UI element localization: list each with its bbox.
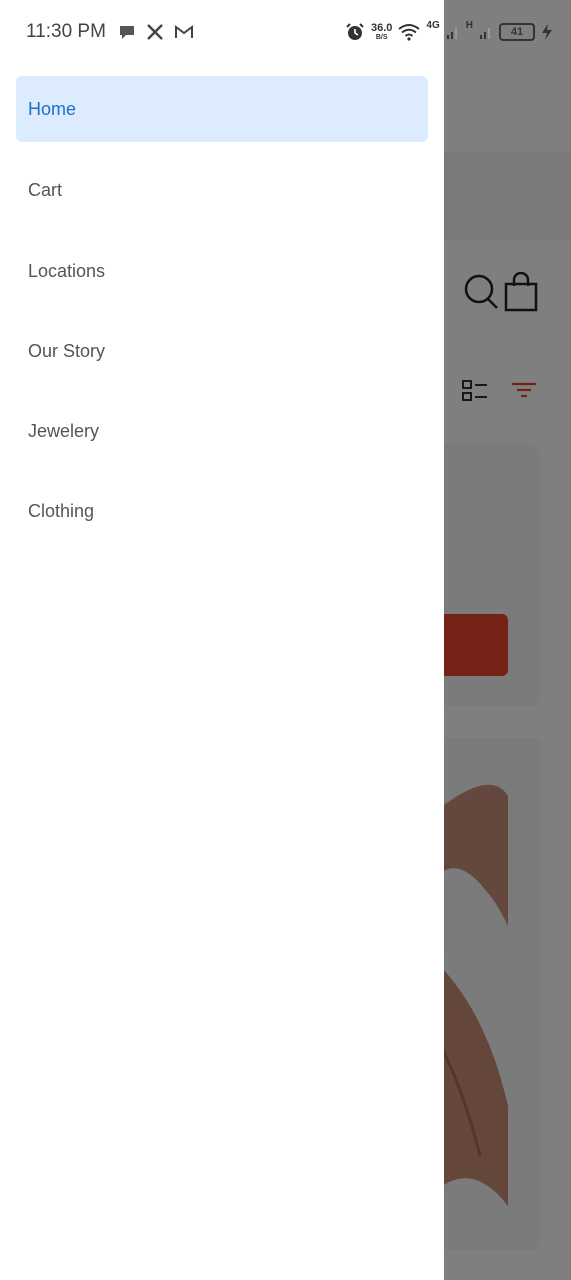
network-type-label: H — [465, 20, 473, 31]
nav-item-label: Cart — [28, 179, 63, 200]
wifi-icon — [398, 24, 421, 41]
nav-item-label: Jewelery — [28, 420, 100, 441]
signal-icon — [480, 28, 490, 39]
status-icons: 36.0 B/S 4G H 41 — [345, 14, 553, 50]
x-logo-icon — [147, 24, 163, 40]
nav-item-clothing[interactable]: Clothing — [16, 478, 428, 544]
status-time: 11:30 PM — [26, 21, 106, 42]
chat-bubble-icon — [119, 26, 134, 39]
battery-level: 41 — [510, 26, 524, 38]
nav-item-home[interactable]: Home — [16, 76, 428, 142]
alarm-icon — [346, 23, 364, 40]
net-speed-unit: B/S — [375, 34, 388, 41]
net-speed-value: 36.0 — [371, 22, 393, 34]
nav-item-locations[interactable]: Locations — [16, 238, 428, 304]
gmail-icon — [174, 25, 193, 38]
signal-icon — [446, 28, 457, 39]
battery-icon: 41 — [499, 23, 535, 41]
nav-item-our-story[interactable]: Our Story — [16, 318, 428, 384]
nav-item-label: Locations — [28, 260, 106, 281]
charging-icon — [542, 24, 552, 40]
navigation-drawer: Home Cart Locations Our Story Jewelery C… — [0, 0, 444, 1280]
nav-item-label: Clothing — [28, 500, 95, 521]
nav-item-label: Our Story — [28, 340, 106, 361]
network-type-label: 4G — [426, 20, 440, 31]
net-speed: 36.0 B/S — [371, 22, 393, 42]
nav-item-label: Home — [28, 98, 77, 119]
nav-item-cart[interactable]: Cart — [16, 157, 428, 223]
nav-item-jewelery[interactable]: Jewelery — [16, 398, 428, 464]
